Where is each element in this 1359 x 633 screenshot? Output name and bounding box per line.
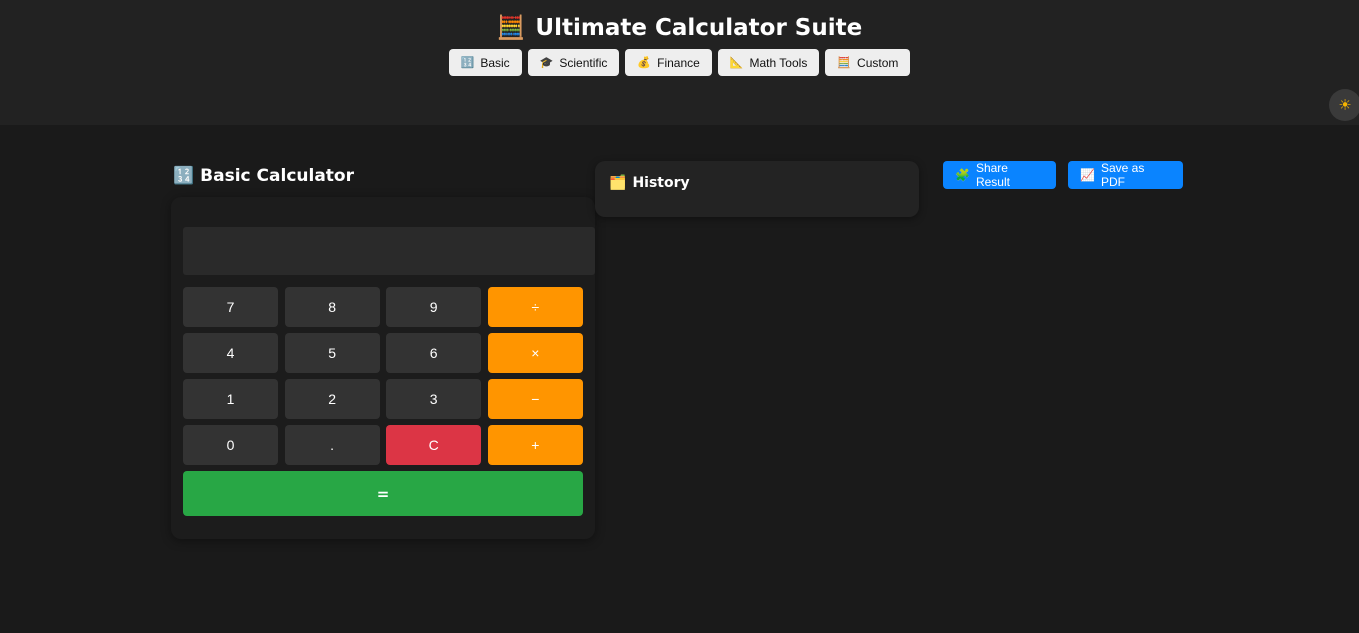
key-7[interactable]: 7 bbox=[183, 287, 278, 327]
save-pdf-label: Save as PDF bbox=[1100, 161, 1145, 189]
tab-label: Basic bbox=[480, 55, 510, 70]
tab-finance[interactable]: 💰 Finance bbox=[625, 49, 712, 76]
sun-icon: ☀ bbox=[1338, 96, 1352, 114]
app-title: 🧮 Ultimate Calculator Suite bbox=[0, 14, 1359, 41]
abacus-icon: 🧮 bbox=[496, 15, 526, 41]
chart-icon: 📈 bbox=[1080, 168, 1095, 182]
tab-label: Scientific bbox=[559, 55, 608, 70]
graduation-cap-icon: 🎓 bbox=[539, 57, 554, 69]
tab-label: Custom bbox=[857, 55, 899, 70]
section-title-text: Basic Calculator bbox=[200, 166, 354, 186]
key-decimal[interactable]: . bbox=[284, 425, 380, 465]
tab-scientific[interactable]: 🎓 Scientific bbox=[527, 49, 620, 76]
history-title-text: History bbox=[632, 175, 690, 191]
key-5[interactable]: 5 bbox=[284, 333, 380, 373]
app-header: 🧮 Ultimate Calculator Suite 🔢 Basic 🎓 Sci… bbox=[0, 0, 1359, 125]
key-multiply[interactable]: × bbox=[487, 333, 583, 373]
theme-toggle-button[interactable]: ☀ bbox=[1329, 89, 1359, 121]
key-add[interactable]: + bbox=[487, 425, 583, 465]
calculator-keypad: 7 8 9 ÷ 4 5 6 × 1 2 3 − 0 . C + bbox=[183, 287, 583, 465]
calculator-panel: 7 8 9 ÷ 4 5 6 × 1 2 3 − 0 . C + = bbox=[171, 197, 595, 539]
key-subtract[interactable]: − bbox=[487, 379, 583, 419]
puzzle-icon: 🧩 bbox=[955, 168, 970, 182]
triangle-ruler-icon: 📐 bbox=[729, 57, 744, 69]
key-divide[interactable]: ÷ bbox=[487, 287, 583, 327]
save-pdf-button[interactable]: 📈 Save as PDF bbox=[1068, 161, 1183, 189]
folder-icon: 🗂️ bbox=[609, 175, 627, 191]
key-clear[interactable]: C bbox=[386, 425, 482, 465]
history-title: 🗂️ History bbox=[609, 175, 690, 191]
tab-label: Math Tools bbox=[749, 55, 808, 70]
money-bag-icon: 💰 bbox=[637, 57, 652, 69]
calculator-tabs: 🔢 Basic 🎓 Scientific 💰 Finance 📐 Math To… bbox=[0, 49, 1359, 76]
key-9[interactable]: 9 bbox=[386, 287, 482, 327]
share-result-label: Share Result bbox=[975, 161, 1010, 189]
key-8[interactable]: 8 bbox=[284, 287, 380, 327]
section-title: 🔢 Basic Calculator bbox=[173, 166, 354, 186]
key-2[interactable]: 2 bbox=[284, 379, 380, 419]
tab-math-tools[interactable]: 📐 Math Tools bbox=[717, 49, 820, 76]
calculator-display bbox=[183, 227, 595, 275]
tab-custom[interactable]: 🧮 Custom bbox=[825, 49, 911, 76]
abacus-icon: 🧮 bbox=[837, 57, 852, 69]
numbers-icon: 🔢 bbox=[460, 57, 475, 69]
key-1[interactable]: 1 bbox=[183, 379, 278, 419]
app-title-text: Ultimate Calculator Suite bbox=[535, 15, 863, 41]
tab-label: Finance bbox=[657, 55, 700, 70]
share-result-button[interactable]: 🧩 Share Result bbox=[943, 161, 1056, 189]
numbers-icon: 🔢 bbox=[173, 166, 195, 186]
equals-button[interactable]: = bbox=[183, 471, 583, 516]
key-3[interactable]: 3 bbox=[386, 379, 482, 419]
tab-basic[interactable]: 🔢 Basic bbox=[448, 49, 522, 76]
key-4[interactable]: 4 bbox=[183, 333, 278, 373]
key-0[interactable]: 0 bbox=[183, 425, 278, 465]
key-6[interactable]: 6 bbox=[386, 333, 482, 373]
history-panel: 🗂️ History bbox=[595, 161, 919, 217]
